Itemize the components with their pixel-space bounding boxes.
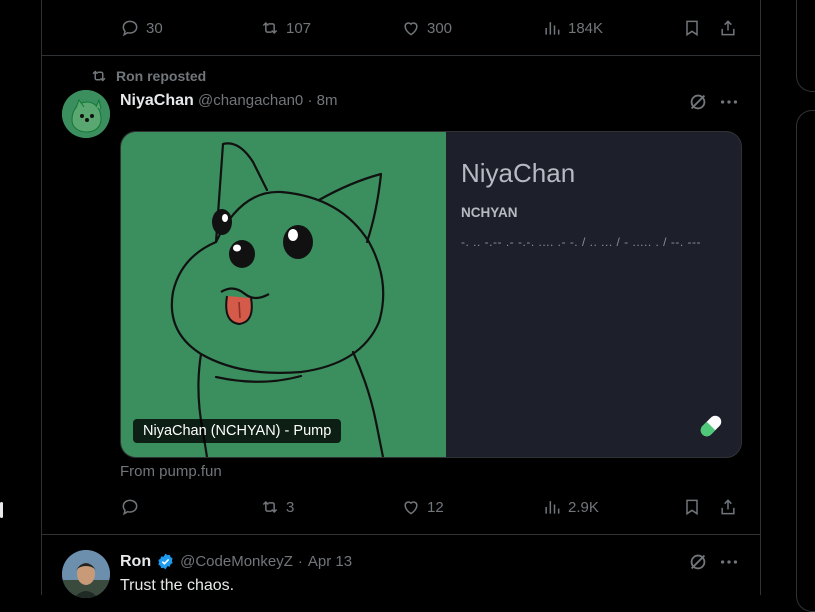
more-options-button[interactable]: [718, 551, 740, 573]
ron-avatar-image: [62, 550, 110, 598]
card-tag-label: NiyaChan (NCHYAN) - Pump: [133, 419, 342, 443]
repost-count: 3: [286, 498, 295, 516]
more-icon: [720, 100, 738, 104]
repost-icon: [262, 500, 278, 514]
tweet-divider: [42, 534, 760, 535]
timeline-column: 30 107 300 184K Ron reposted NiyaChan @c…: [41, 0, 761, 598]
like-count: 12: [427, 498, 444, 516]
reply-button[interactable]: [120, 492, 146, 522]
timestamp[interactable]: Apr 13: [308, 553, 352, 570]
reply-icon: [122, 499, 138, 516]
card-source[interactable]: From pump.fun: [120, 463, 222, 480]
dog-illustration: [170, 142, 385, 457]
grok-button[interactable]: [687, 551, 709, 573]
left-nav-edge: [0, 502, 3, 518]
bookmark-icon: [686, 499, 698, 516]
bookmark-button[interactable]: [682, 13, 702, 43]
card-description: -. .. -.-- .- -.-. .... .- -. / .. ... /…: [461, 235, 701, 249]
sidebar-card: [796, 0, 815, 92]
like-button[interactable]: 12: [401, 492, 444, 522]
verified-badge-icon: [158, 553, 173, 570]
reply-icon: [122, 20, 138, 37]
views-icon: [545, 22, 560, 35]
bookmark-icon: [686, 20, 698, 37]
card-title: NiyaChan: [461, 158, 576, 188]
repost-context[interactable]: Ron reposted: [90, 67, 206, 85]
heart-icon: [404, 501, 418, 515]
grok-button[interactable]: [687, 91, 709, 113]
views-count: 184K: [568, 19, 604, 37]
tweet-divider: [42, 55, 760, 56]
card-details: NiyaChan NCHYAN -. .. -.-- .- -.-. .... …: [446, 132, 741, 457]
share-button[interactable]: [718, 13, 738, 43]
like-count: 300: [427, 19, 453, 37]
tweet-actions: 3 12 2.9K: [42, 492, 760, 522]
handle[interactable]: @changachan0: [198, 92, 303, 109]
share-button[interactable]: [718, 492, 738, 522]
repost-button[interactable]: 107: [260, 13, 311, 43]
timestamp[interactable]: 8m: [317, 92, 338, 109]
separator: ·: [307, 92, 313, 109]
heart-icon: [404, 22, 418, 36]
more-icon: [720, 560, 738, 564]
card-image: NiyaChan (NCHYAN) - Pump: [121, 132, 446, 457]
reply-button[interactable]: 30: [120, 13, 163, 43]
views-icon: [545, 501, 560, 514]
repost-icon: [262, 21, 278, 35]
repost-button[interactable]: 3: [260, 492, 294, 522]
pill-icon: [700, 415, 722, 437]
avatar[interactable]: [62, 550, 110, 598]
separator: ·: [297, 553, 303, 570]
avatar[interactable]: [62, 90, 110, 138]
card-symbol: NCHYAN: [461, 205, 518, 220]
tweet-header: NiyaChan @changachan0 · 8m: [120, 92, 337, 110]
share-icon: [721, 499, 735, 515]
reply-count: 30: [146, 19, 163, 37]
share-icon: [721, 20, 735, 36]
grok-icon: [690, 94, 706, 110]
top-tweet-actions: 30 107 300 184K: [42, 13, 760, 43]
views-count: 2.9K: [568, 498, 599, 516]
like-button[interactable]: 300: [401, 13, 452, 43]
repost-icon: [92, 70, 106, 82]
bookmark-button[interactable]: [682, 492, 702, 522]
display-name[interactable]: NiyaChan: [120, 92, 194, 109]
repost-count: 107: [286, 19, 312, 37]
more-options-button[interactable]: [718, 91, 740, 113]
link-card[interactable]: NiyaChan (NCHYAN) - Pump NiyaChan NCHYAN…: [120, 131, 742, 458]
tweet-header: Ron @CodeMonkeyZ · Apr 13: [120, 552, 352, 571]
sidebar-card: [796, 110, 815, 612]
tweet-text: Trust the chaos.: [120, 577, 235, 594]
views-button[interactable]: 184K: [542, 13, 603, 43]
handle[interactable]: @CodeMonkeyZ: [180, 553, 293, 570]
display-name[interactable]: Ron: [120, 553, 151, 571]
niyachan-avatar-image: [62, 90, 110, 138]
grok-icon: [690, 554, 706, 570]
repost-context-label: Ron reposted: [116, 68, 207, 84]
views-button[interactable]: 2.9K: [542, 492, 599, 522]
